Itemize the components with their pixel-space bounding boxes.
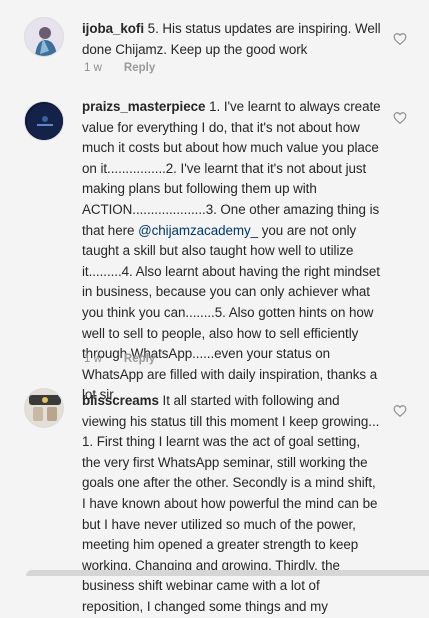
comment-username[interactable]: ijoba_kofi: [82, 21, 144, 36]
comment-username[interactable]: blisscreams: [82, 393, 159, 408]
comment-meta: 1 w Reply: [84, 62, 155, 74]
comment-time: 1 w: [84, 62, 102, 74]
comment-meta: 1 w Reply: [84, 353, 155, 365]
avatar[interactable]: [24, 101, 64, 141]
avatar[interactable]: [24, 388, 64, 428]
avatar[interactable]: [24, 17, 64, 57]
comment-item: praizs_masterpiece 1. I've learnt to alw…: [0, 88, 429, 402]
comment-body: It all started with following and viewin…: [82, 393, 380, 614]
comment-item: ijoba_kofi 5. His status updates are ins…: [0, 0, 429, 88]
reply-button[interactable]: Reply: [124, 353, 155, 365]
comment-text: ijoba_kofi 5. His status updates are ins…: [82, 19, 382, 60]
comment-item: blisscreams It all started with followin…: [0, 388, 429, 614]
heart-outline-icon[interactable]: [393, 111, 407, 125]
comment-time: 1 w: [84, 353, 102, 365]
heart-outline-icon[interactable]: [393, 404, 407, 418]
comment-text: blisscreams It all started with followin…: [82, 391, 382, 618]
comment-body: you are not only taught a skill but also…: [82, 222, 380, 403]
reply-button[interactable]: Reply: [124, 62, 155, 74]
comment-username[interactable]: praizs_masterpiece: [82, 99, 205, 114]
mention-link[interactable]: @chijamzacademy_: [138, 223, 258, 238]
heart-outline-icon[interactable]: [393, 32, 407, 46]
bottom-bar: [26, 570, 429, 576]
comment-body: 1. I've learnt to always create value fo…: [82, 99, 381, 238]
